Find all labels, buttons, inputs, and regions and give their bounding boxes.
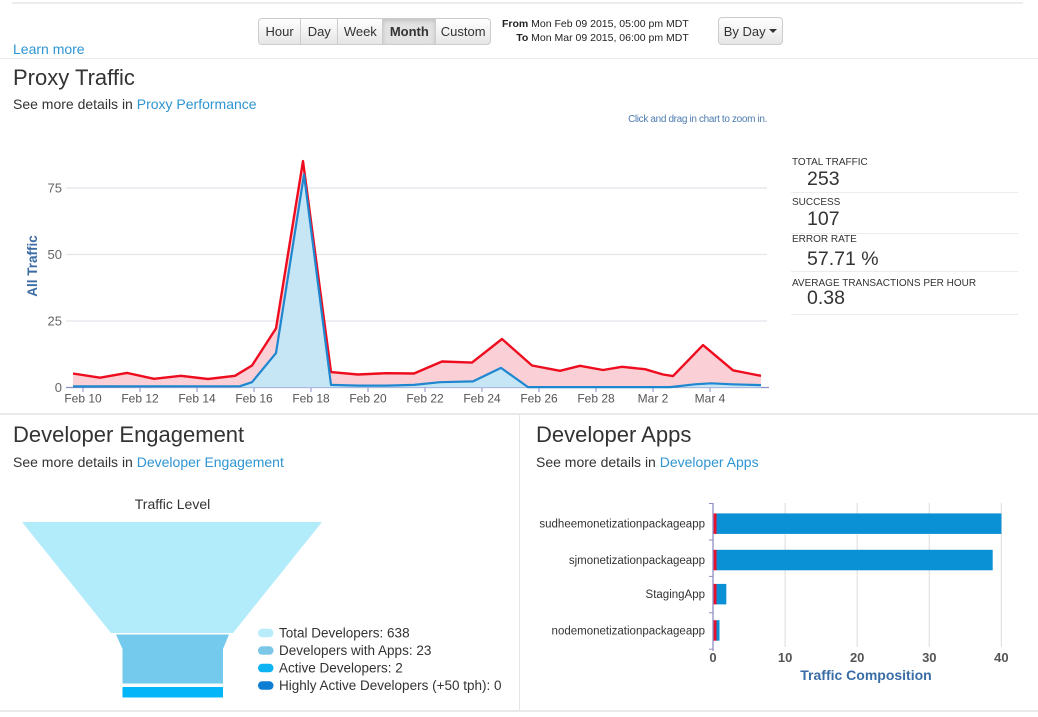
svg-text:Developers with Apps: 23: Developers with Apps: 23 [279,643,431,658]
svg-text:75: 75 [48,181,62,196]
svg-text:Feb 24: Feb 24 [463,392,501,406]
svg-text:Active Developers: 2: Active Developers: 2 [279,661,403,676]
svg-text:Feb 26: Feb 26 [520,392,558,406]
svg-text:Highly Active Developers (+50: Highly Active Developers (+50 tph): 0 [279,678,502,693]
svg-text:Total Developers: 638: Total Developers: 638 [279,626,410,641]
svg-text:Mar 4: Mar 4 [695,392,726,406]
svg-text:StagingApp: StagingApp [646,589,705,601]
svg-text:Mar 2: Mar 2 [638,392,669,406]
svg-text:Feb 18: Feb 18 [292,392,330,406]
svg-text:Feb 16: Feb 16 [235,392,273,406]
svg-text:sjmonetizationpackageapp: sjmonetizationpackageapp [569,555,705,567]
svg-text:All Traffic: All Traffic [25,235,40,297]
svg-text:Feb 28: Feb 28 [577,392,615,406]
svg-text:50: 50 [48,247,62,262]
svg-text:0: 0 [55,380,62,395]
svg-text:20: 20 [850,650,864,665]
svg-text:Feb 12: Feb 12 [121,392,159,406]
svg-text:Feb 22: Feb 22 [406,392,444,406]
svg-text:30: 30 [922,650,936,665]
svg-text:0: 0 [709,650,716,665]
svg-text:Traffic Composition: Traffic Composition [800,667,931,683]
svg-text:nodemonetizationpackageapp: nodemonetizationpackageapp [552,625,705,637]
svg-text:40: 40 [994,650,1008,665]
svg-text:10: 10 [778,650,792,665]
svg-text:sudheemonetizationpackageapp: sudheemonetizationpackageapp [539,519,705,531]
svg-text:Feb 14: Feb 14 [178,392,216,406]
svg-text:25: 25 [48,314,62,329]
svg-text:Feb 20: Feb 20 [349,392,387,406]
svg-text:Feb 10: Feb 10 [64,392,102,406]
